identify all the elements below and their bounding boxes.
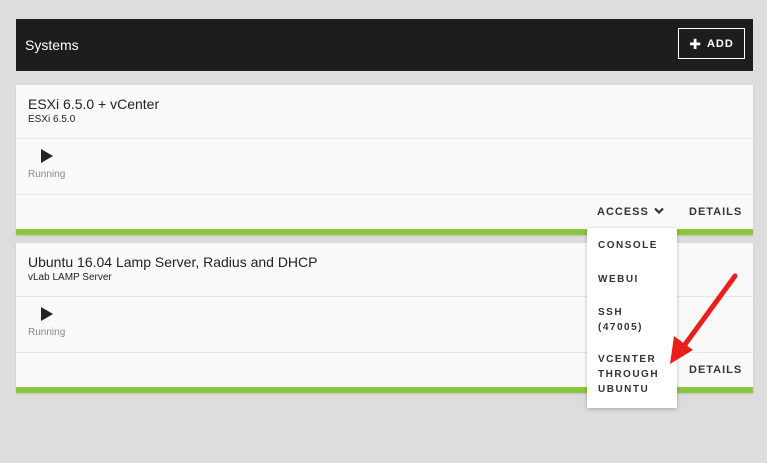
system-card: ESXi 6.5.0 + vCenter ESXi 6.5.0 Running … bbox=[16, 85, 753, 235]
status-text: Running bbox=[28, 327, 66, 338]
add-button[interactable]: ✚ ADD bbox=[678, 28, 745, 59]
page-header: Systems ✚ ADD bbox=[16, 19, 753, 71]
system-template: vLab LAMP Server bbox=[28, 272, 112, 283]
access-menu: CONSOLE WEBUI SSH (47005) VCENTER THROUG… bbox=[587, 228, 677, 408]
system-name: ESXi 6.5.0 + vCenter bbox=[28, 96, 160, 112]
divider bbox=[16, 138, 753, 139]
chevron-down-icon bbox=[654, 206, 664, 218]
details-button[interactable]: DETAILS bbox=[689, 364, 742, 376]
status-text: Running bbox=[28, 169, 66, 180]
divider bbox=[16, 194, 753, 195]
plus-icon: ✚ bbox=[689, 35, 702, 52]
page-title: Systems bbox=[25, 37, 79, 53]
menu-item-ssh[interactable]: SSH (47005) bbox=[598, 305, 670, 335]
system-template: ESXi 6.5.0 bbox=[28, 114, 76, 125]
access-label: ACCESS bbox=[597, 206, 649, 218]
system-name: Ubuntu 16.04 Lamp Server, Radius and DHC… bbox=[28, 254, 318, 270]
menu-item-webui[interactable]: WEBUI bbox=[598, 272, 670, 287]
menu-item-console[interactable]: CONSOLE bbox=[598, 238, 670, 253]
play-icon[interactable] bbox=[40, 149, 54, 163]
access-dropdown-button[interactable]: ACCESS bbox=[597, 206, 664, 218]
add-button-label: ADD bbox=[706, 37, 734, 50]
play-icon[interactable] bbox=[40, 307, 54, 321]
details-button[interactable]: DETAILS bbox=[689, 206, 742, 218]
menu-item-vcenter-through-ubuntu[interactable]: VCENTER THROUGH UBUNTU bbox=[598, 352, 670, 397]
